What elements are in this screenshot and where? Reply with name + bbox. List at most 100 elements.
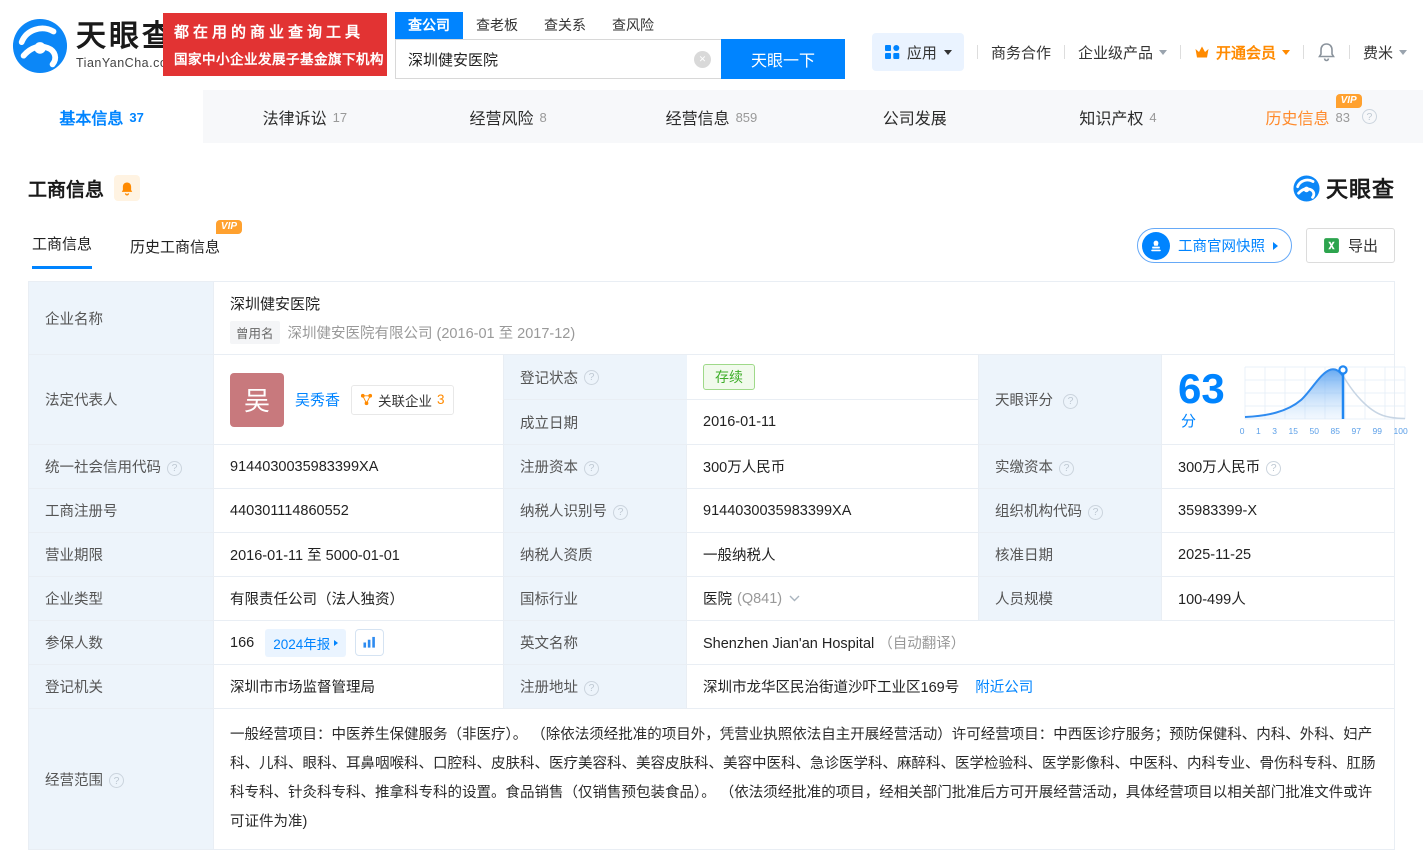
field-label: 纳税人资质 (504, 533, 687, 577)
chevron-down-icon (944, 50, 952, 55)
field-label: 参保人数 (29, 621, 214, 665)
chevron-down-icon (1159, 50, 1167, 55)
table-row: 登记机关 深圳市市场监督管理局 注册地址 深圳市龙华区民治街道沙吓工业区169号… (29, 665, 1395, 709)
divider (977, 45, 978, 59)
establish-date: 2016-01-11 (687, 400, 978, 444)
help-icon[interactable] (1362, 109, 1377, 124)
tab-history-info[interactable]: VIP 历史信息 83 (1220, 90, 1423, 143)
taxpayer-id-value: 9144030035983399XA (687, 489, 979, 533)
tab-basic-info[interactable]: 基本信息 37 (0, 90, 203, 143)
search-input[interactable] (396, 40, 721, 78)
business-scope-value: 一般经营项目：中医养生保健服务（非医疗）。 （除依法须经批准的项目外，凭营业执照… (214, 709, 1395, 850)
bell-icon (120, 181, 134, 196)
slogan-line-1: 都在用的商业查询工具 (174, 21, 376, 42)
tab-intellectual-property[interactable]: 知识产权 4 (1016, 90, 1219, 143)
tab-count: 4 (1149, 110, 1156, 125)
chevron-down-icon[interactable] (789, 595, 800, 602)
section-nav: 基本信息 37 法律诉讼 17 经营风险 8 经营信息 859 公司发展 知识产… (0, 90, 1423, 143)
field-label: 工商注册号 (29, 489, 214, 533)
help-icon[interactable] (109, 773, 124, 788)
field-label: 经营范围 (29, 709, 214, 850)
tianyancha-logo-icon (12, 18, 68, 74)
divider (1180, 45, 1181, 59)
search-input-wrap (395, 39, 721, 79)
enterprise-products-menu[interactable]: 企业级产品 (1078, 42, 1167, 63)
related-companies-badge[interactable]: 关联企业 3 (351, 385, 454, 415)
score-axis-labels: 01 315 5085 9799 100 (1239, 426, 1409, 436)
user-account-menu[interactable]: 费米 (1363, 42, 1407, 63)
help-icon[interactable] (584, 461, 599, 476)
chevron-down-icon (1282, 50, 1290, 55)
paid-capital-value: 300万人民币 (1178, 460, 1260, 476)
field-label: 注册资本 (504, 445, 687, 489)
arrow-right-icon (334, 640, 338, 646)
official-snapshot-button[interactable]: 工商官网快照 (1137, 228, 1292, 263)
bar-chart-icon (362, 636, 377, 649)
search-tab-company[interactable]: 查公司 (395, 12, 463, 39)
org-code-value: 35983399-X (1162, 489, 1395, 533)
notifications-button[interactable] (1317, 42, 1336, 62)
help-icon[interactable] (1063, 394, 1078, 409)
industry-value: 医院 (703, 588, 732, 609)
search-tab-relation[interactable]: 查关系 (531, 12, 599, 39)
subtab-business-info[interactable]: 工商信息 (32, 233, 92, 269)
export-button[interactable]: 导出 (1306, 228, 1395, 263)
stamp-icon (1142, 232, 1170, 260)
monitor-bell-button[interactable] (114, 175, 140, 201)
legal-rep-avatar[interactable]: 吴 (230, 373, 284, 427)
search-tab-boss[interactable]: 查老板 (463, 12, 531, 39)
tianyancha-logo-icon (1293, 175, 1320, 202)
table-row: 企业类型 有限责任公司（法人独资） 国标行业 医院 (Q841) 人员规模 10… (29, 577, 1395, 621)
watermark-logo: 天眼查 (1293, 172, 1395, 204)
divider (1064, 45, 1065, 59)
help-icon[interactable] (1088, 505, 1103, 520)
insured-trend-button[interactable] (355, 629, 384, 656)
divider (1303, 45, 1304, 59)
table-row: 工商注册号 440301114860552 纳税人识别号 91440300359… (29, 489, 1395, 533)
field-label: 企业类型 (29, 577, 214, 621)
nearby-companies-link[interactable]: 附近公司 (975, 680, 1033, 696)
legal-rep-link[interactable]: 吴秀香 (295, 389, 340, 410)
help-icon[interactable] (167, 461, 182, 476)
approval-date-value: 2025-11-25 (1162, 533, 1395, 577)
table-row-legal-rep: 法定代表人 吴 吴秀香 关联企业 3 (29, 355, 1395, 445)
field-label: 法定代表人 (29, 355, 214, 445)
score-unit: 分 (1181, 413, 1196, 430)
help-icon[interactable] (584, 681, 599, 696)
help-icon[interactable] (613, 505, 628, 520)
tab-operating-risk[interactable]: 经营风险 8 (407, 90, 610, 143)
divider (1349, 45, 1350, 59)
help-icon[interactable] (1266, 461, 1281, 476)
business-cooperation-link[interactable]: 商务合作 (991, 42, 1051, 63)
search-tabs: 查公司 查老板 查关系 查风险 (395, 12, 845, 39)
tab-legal-proceedings[interactable]: 法律诉讼 17 (203, 90, 406, 143)
help-icon[interactable] (584, 370, 599, 385)
brand-logo[interactable]: 天眼查 TianYanCha.com (12, 18, 178, 74)
taxpayer-quality-value: 一般纳税人 (687, 533, 979, 577)
tab-business-info[interactable]: 经营信息 859 (610, 90, 813, 143)
field-label: 企业名称 (29, 282, 214, 355)
search-button[interactable]: 天眼一下 (721, 39, 845, 79)
help-icon[interactable] (1059, 461, 1074, 476)
field-label: 注册地址 (504, 665, 687, 709)
search-tab-risk[interactable]: 查风险 (599, 12, 667, 39)
subtab-history-business-info[interactable]: VIP 历史工商信息 (130, 236, 220, 269)
tab-count: 17 (333, 110, 347, 125)
brand-slogan: 都在用的商业查询工具 国家中小企业发展子基金旗下机构 (163, 13, 387, 76)
apps-label: 应用 (907, 42, 937, 63)
registry-value: 深圳市市场监督管理局 (214, 665, 504, 709)
crown-icon (1194, 45, 1210, 59)
tab-company-development[interactable]: 公司发展 (813, 90, 1016, 143)
excel-icon (1323, 237, 1340, 254)
arrow-right-icon (1273, 242, 1278, 250)
clear-search-icon[interactable] (694, 51, 711, 68)
former-name: 深圳健安医院有限公司 (2016-01 至 2017-12) (288, 322, 576, 343)
open-vip-menu[interactable]: 开通会员 (1194, 42, 1290, 63)
table-row: 统一社会信用代码 9144030035983399XA 注册资本 300万人民币… (29, 445, 1395, 489)
table-row: 参保人数 166 2024年报 (29, 621, 1395, 665)
field-label: 营业期限 (29, 533, 214, 577)
table-row-business-scope: 经营范围 一般经营项目：中医养生保健服务（非医疗）。 （除依法须经批准的项目外，… (29, 709, 1395, 850)
bell-icon (1317, 42, 1336, 62)
annual-report-badge[interactable]: 2024年报 (265, 629, 346, 657)
apps-menu[interactable]: 应用 (872, 33, 964, 71)
